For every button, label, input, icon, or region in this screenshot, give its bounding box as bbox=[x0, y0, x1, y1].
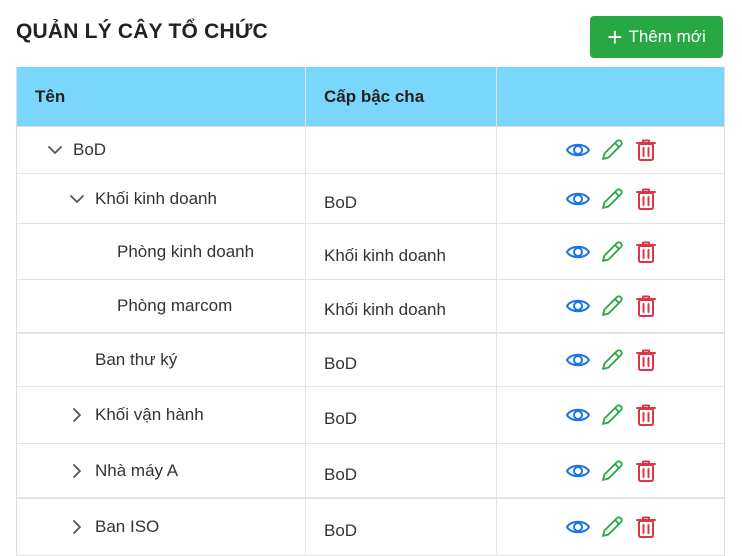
row-parent-label: BoD bbox=[324, 354, 358, 373]
edit-icon[interactable] bbox=[599, 458, 625, 484]
view-icon[interactable] bbox=[565, 347, 591, 373]
edit-icon[interactable] bbox=[599, 402, 625, 428]
delete-icon[interactable] bbox=[633, 137, 659, 163]
row-parent-label: BoD bbox=[324, 521, 358, 540]
row-name-label: Khối kinh doanh bbox=[95, 188, 217, 208]
column-header-actions bbox=[497, 67, 724, 126]
chevron-right-icon[interactable] bbox=[69, 407, 85, 423]
row-parent-label: BoD bbox=[324, 464, 358, 484]
row-name-label: BoD bbox=[73, 140, 107, 159]
row-name-label: Ban thư ký bbox=[95, 350, 178, 369]
cell-parent: Khối kinh doanh bbox=[306, 280, 497, 332]
cell-parent: Khối kinh doanh bbox=[306, 224, 497, 279]
view-icon[interactable] bbox=[565, 137, 591, 163]
cell-actions bbox=[497, 174, 724, 223]
cell-name: BoD bbox=[17, 127, 306, 173]
edit-icon[interactable] bbox=[599, 514, 625, 540]
cell-name: Khối kinh doanh bbox=[17, 174, 306, 223]
table-row: Khối vận hành BoD bbox=[17, 387, 724, 444]
edit-icon[interactable] bbox=[599, 347, 625, 373]
cell-actions bbox=[497, 224, 724, 279]
table-row: Phòng marcom Khối kinh doanh bbox=[17, 280, 724, 334]
delete-icon[interactable] bbox=[633, 186, 659, 212]
chevron-down-icon[interactable] bbox=[47, 142, 63, 158]
table-header: Tên Cấp bậc cha bbox=[17, 67, 724, 127]
view-icon[interactable] bbox=[565, 402, 591, 428]
row-parent-label: BoD bbox=[324, 192, 358, 212]
add-new-button-label: Thêm mới bbox=[628, 27, 706, 46]
chevron-right-icon[interactable] bbox=[69, 519, 85, 535]
view-icon[interactable] bbox=[565, 239, 591, 265]
cell-name: Ban thư ký bbox=[17, 334, 306, 386]
cell-parent: BoD bbox=[306, 444, 497, 497]
view-icon[interactable] bbox=[565, 458, 591, 484]
cell-actions bbox=[497, 499, 724, 555]
chevron-right-icon[interactable] bbox=[69, 463, 85, 479]
view-icon[interactable] bbox=[565, 186, 591, 212]
cell-name: Khối vận hành bbox=[17, 387, 306, 443]
cell-parent: BoD bbox=[306, 499, 497, 555]
cell-actions bbox=[497, 387, 724, 443]
cell-parent bbox=[306, 127, 497, 173]
edit-icon[interactable] bbox=[599, 137, 625, 163]
table-row: Ban thư ký BoD bbox=[17, 334, 724, 387]
delete-icon[interactable] bbox=[633, 514, 659, 540]
plus-icon: + bbox=[607, 22, 623, 52]
delete-icon[interactable] bbox=[633, 402, 659, 428]
row-name-label: Ban ISO bbox=[95, 517, 160, 536]
cell-actions bbox=[497, 127, 724, 173]
cell-parent: BoD bbox=[306, 387, 497, 443]
table-row: BoD bbox=[17, 127, 724, 174]
row-parent-label: Khối kinh doanh bbox=[324, 300, 446, 319]
delete-icon[interactable] bbox=[633, 458, 659, 484]
edit-icon[interactable] bbox=[599, 293, 625, 319]
table-body: BoD Khối kinh doanh BoD Phòng kinh doanh Khố… bbox=[17, 127, 724, 556]
row-name-label: Phòng kinh doanh bbox=[117, 241, 255, 261]
page-title: QUẢN LÝ CÂY TỔ CHỨC bbox=[16, 20, 268, 43]
delete-icon[interactable] bbox=[633, 347, 659, 373]
delete-icon[interactable] bbox=[633, 239, 659, 265]
row-name-label: Nhà máy A bbox=[95, 460, 179, 480]
view-icon[interactable] bbox=[565, 293, 591, 319]
view-icon[interactable] bbox=[565, 514, 591, 540]
delete-icon[interactable] bbox=[633, 293, 659, 319]
chevron-down-icon[interactable] bbox=[69, 191, 85, 207]
cell-parent: BoD bbox=[306, 174, 497, 223]
table-row: Ban ISO BoD bbox=[17, 499, 724, 556]
cell-actions bbox=[497, 280, 724, 332]
table-row: Khối kinh doanh BoD bbox=[17, 174, 724, 224]
row-parent-label: Khối kinh doanh bbox=[324, 245, 446, 265]
table-row: Phòng kinh doanh Khối kinh doanh bbox=[17, 224, 724, 280]
add-new-button[interactable]: + Thêm mới bbox=[590, 16, 723, 58]
row-parent-label: BoD bbox=[324, 409, 358, 428]
table-row: Nhà máy A BoD bbox=[17, 444, 724, 499]
cell-name: Nhà máy A bbox=[17, 444, 306, 497]
cell-actions bbox=[497, 444, 724, 497]
cell-name: Ban ISO bbox=[17, 499, 306, 555]
column-header-name: Tên bbox=[17, 67, 306, 126]
row-name-label: Khối vận hành bbox=[95, 405, 204, 424]
edit-icon[interactable] bbox=[599, 186, 625, 212]
cell-actions bbox=[497, 334, 724, 386]
cell-parent: BoD bbox=[306, 334, 497, 386]
cell-name: Phòng marcom bbox=[17, 280, 306, 332]
row-name-label: Phòng marcom bbox=[117, 296, 233, 315]
edit-icon[interactable] bbox=[599, 239, 625, 265]
column-header-parent: Cấp bậc cha bbox=[306, 67, 497, 126]
org-tree-table: Tên Cấp bậc cha BoD Khối kinh doanh BoD Phò… bbox=[16, 67, 725, 556]
cell-name: Phòng kinh doanh bbox=[17, 224, 306, 279]
